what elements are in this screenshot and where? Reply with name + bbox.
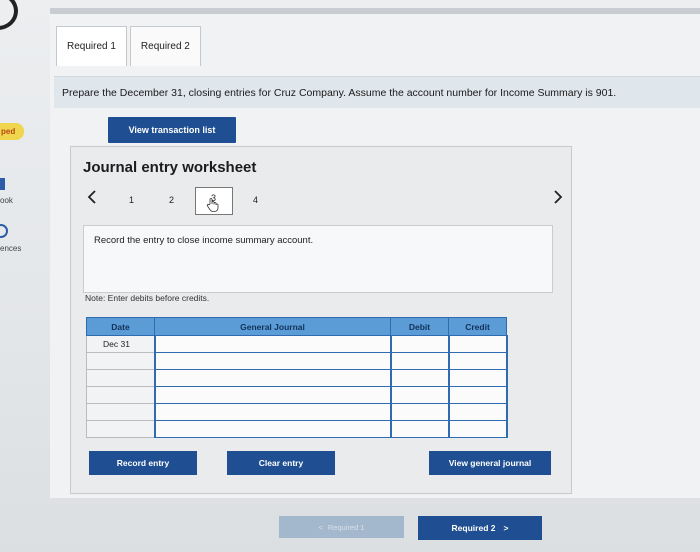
credit-field[interactable] [447, 352, 508, 370]
date-column-header: Date [86, 317, 155, 336]
journal-entry-worksheet: Journal entry worksheet 1 2 3 4 Record t… [70, 146, 572, 494]
credit-field[interactable] [447, 386, 508, 404]
table-row [86, 420, 508, 438]
date-cell[interactable] [86, 369, 155, 387]
prev-required-button[interactable]: < Required 1 [279, 516, 404, 538]
next-required-button[interactable]: Required 2 > [418, 516, 542, 540]
account-field[interactable] [153, 403, 392, 421]
entry-prompt: Record the entry to close income summary… [83, 225, 553, 293]
chevron-right-icon[interactable] [553, 190, 563, 209]
tab-required-1[interactable]: Required 1 [56, 26, 127, 66]
account-field[interactable] [153, 420, 392, 438]
debit-field[interactable] [389, 352, 450, 370]
view-general-journal-button[interactable]: View general journal [429, 451, 551, 475]
table-row: Dec 31 [86, 335, 508, 353]
next-required-label: Required 2 [451, 523, 496, 533]
credit-field[interactable] [447, 420, 508, 438]
debit-field[interactable] [389, 420, 450, 438]
step-4[interactable]: 4 [253, 195, 258, 205]
record-entry-button[interactable]: Record entry [89, 451, 197, 475]
sidebar-item-book[interactable]: ook [0, 196, 13, 205]
account-field[interactable] [153, 335, 392, 353]
clear-entry-button[interactable]: Clear entry [227, 451, 335, 475]
entry-prompt-text: Record the entry to close income summary… [94, 235, 314, 246]
debit-column-header: Debit [390, 317, 449, 336]
references-icon[interactable] [0, 224, 8, 238]
book-icon[interactable] [0, 178, 5, 190]
credit-field[interactable] [447, 403, 508, 421]
sidebar-item-references[interactable]: ences [0, 244, 21, 253]
debit-credit-note: Note: Enter debits before credits. [85, 293, 210, 303]
table-row [86, 386, 508, 404]
requirement-tabs: Required 1 Required 2 [56, 26, 204, 66]
account-field[interactable] [153, 386, 392, 404]
sidebar-badge[interactable]: ped [0, 123, 24, 140]
journal-header-row: Date General Journal Debit Credit [86, 317, 507, 336]
date-cell[interactable]: Dec 31 [86, 335, 155, 353]
account-field[interactable] [153, 369, 392, 387]
table-row [86, 369, 508, 387]
debit-field[interactable] [389, 386, 450, 404]
chevron-left-icon: < [318, 522, 323, 532]
view-transaction-list-button[interactable]: View transaction list [108, 117, 236, 143]
date-cell[interactable] [86, 386, 155, 404]
date-cell[interactable] [86, 352, 155, 370]
left-sidebar: ped ook ences [0, 0, 30, 552]
debit-field[interactable] [389, 369, 450, 387]
account-field[interactable] [153, 352, 392, 370]
step-2[interactable]: 2 [169, 195, 174, 205]
general-journal-column-header: General Journal [154, 317, 391, 336]
step-1[interactable]: 1 [129, 195, 134, 205]
debit-field[interactable] [389, 335, 450, 353]
worksheet-title: Journal entry worksheet [83, 159, 257, 176]
credit-field[interactable] [447, 369, 508, 387]
date-cell[interactable] [86, 403, 155, 421]
credit-column-header: Credit [448, 317, 507, 336]
journal-table: Date General Journal Debit Credit Dec 31 [86, 317, 508, 438]
prev-required-label: Required 1 [327, 522, 365, 532]
debit-field[interactable] [389, 403, 450, 421]
app-logo [0, 0, 18, 30]
chevron-left-icon[interactable] [87, 190, 97, 209]
tab-required-2[interactable]: Required 2 [129, 26, 201, 66]
table-row [86, 403, 508, 421]
table-row [86, 352, 508, 370]
date-cell[interactable] [86, 420, 155, 438]
instruction-text: Prepare the December 31, closing entries… [54, 76, 700, 108]
step-pager: 1 2 3 4 [83, 187, 567, 215]
hand-cursor-icon [205, 197, 219, 212]
chevron-right-icon: > [503, 523, 509, 533]
credit-field[interactable] [447, 335, 508, 353]
